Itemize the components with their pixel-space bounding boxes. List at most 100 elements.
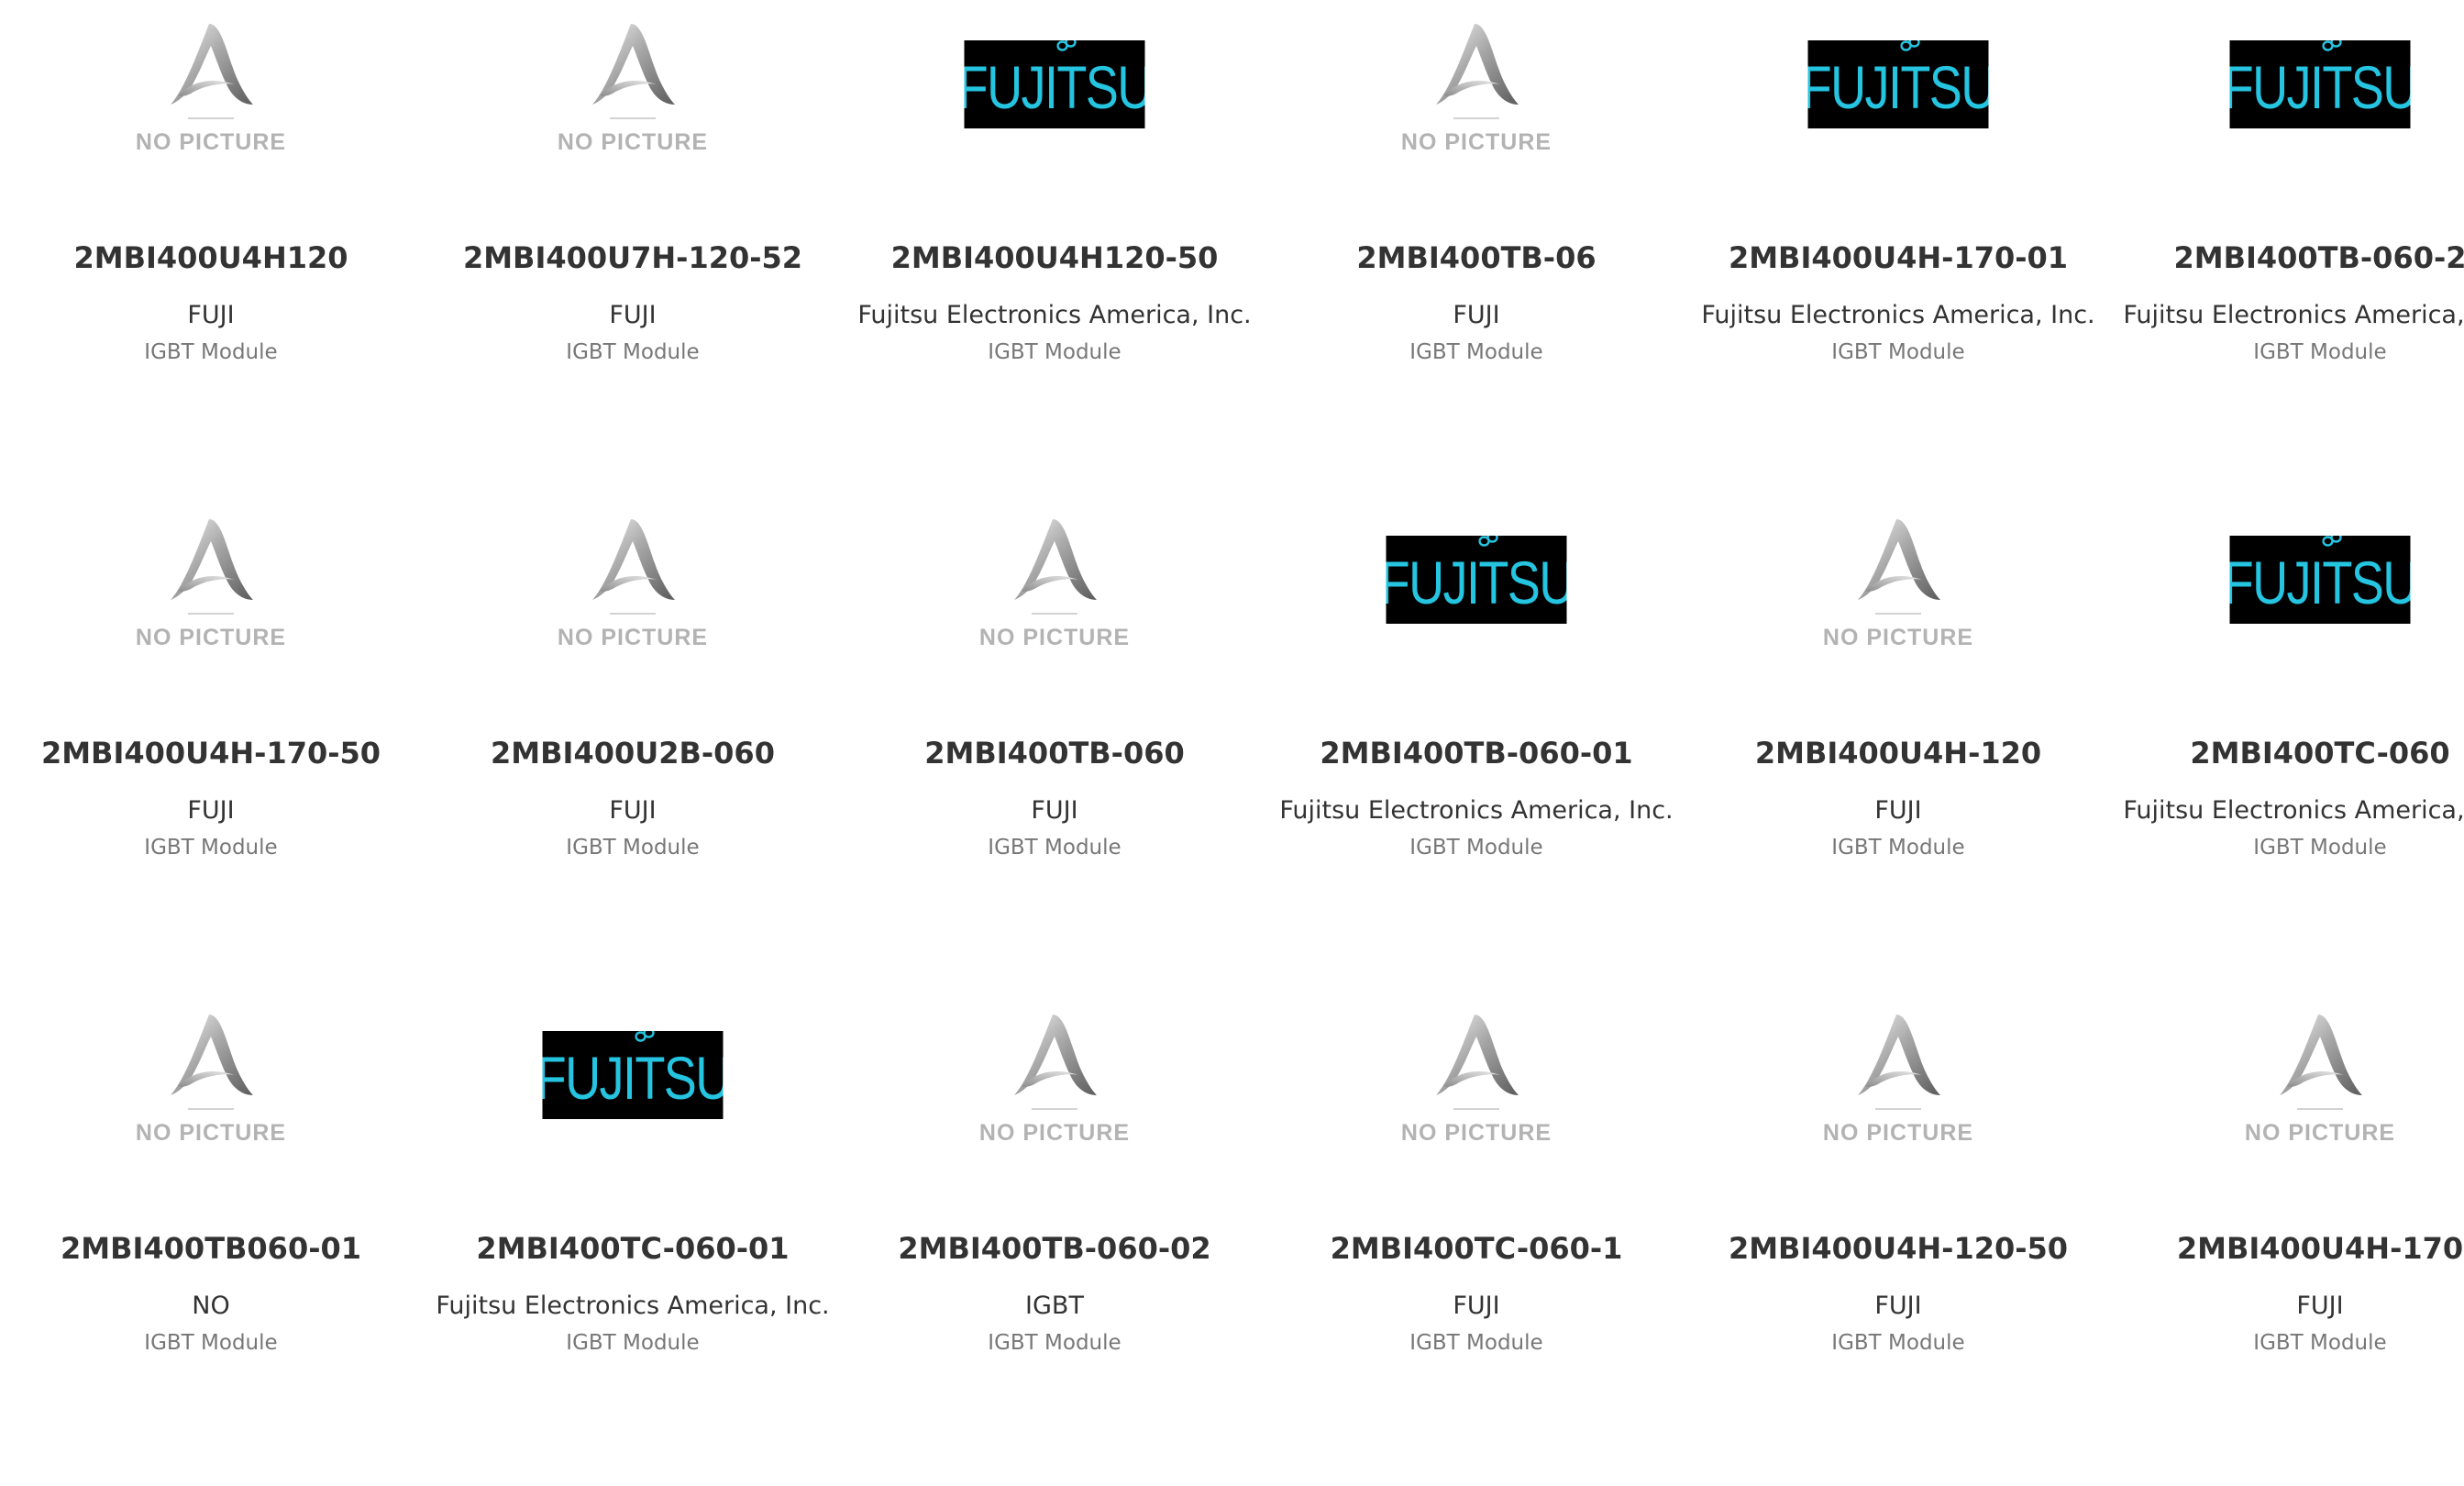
- product-image[interactable]: NO PICTURE: [101, 1004, 321, 1169]
- product-part-number[interactable]: 2MBI400U7H-120-52: [422, 240, 844, 275]
- product-card[interactable]: FUJITSU 2MBI400TC-060 Fujitsu Electronics…: [2109, 495, 2464, 991]
- infinity-loop-icon: [635, 1031, 655, 1042]
- divider: [188, 613, 234, 615]
- product-manufacturer: NO: [192, 1292, 230, 1320]
- no-picture-placeholder: NO PICTURE: [101, 1004, 321, 1169]
- product-manufacturer: FUJI: [609, 301, 657, 329]
- fujitsu-logo-text: FUJITSU: [964, 53, 1145, 121]
- product-card[interactable]: NO PICTURE 2MBI400U4H-120 FUJI IGBT Module: [1687, 495, 2109, 991]
- fujitsu-logo: FUJITSU: [2229, 536, 2411, 624]
- product-category: IGBT Module: [1831, 1331, 1965, 1355]
- fujitsu-logo-text: FUJITSU: [1386, 549, 1567, 616]
- product-card[interactable]: FUJITSU 2MBI400TC-060-01 Fujitsu Electron…: [422, 991, 844, 1486]
- product-card[interactable]: FUJITSU 2MBI400TB-060-2 Fujitsu Electroni…: [2109, 0, 2464, 495]
- product-manufacturer: IGBT: [1025, 1292, 1084, 1320]
- product-part-number[interactable]: 2MBI400TB-060-01: [1265, 736, 1687, 771]
- brand-a-logo-icon: [2280, 1015, 2362, 1095]
- brand-a-logo-icon: [1014, 1015, 1097, 1095]
- product-category: IGBT Module: [566, 836, 700, 859]
- product-image[interactable]: FUJITSU: [523, 1004, 743, 1169]
- product-card[interactable]: NO PICTURE 2MBI400U4H120 FUJI IGBT Module: [0, 0, 422, 495]
- brand-a-logo-icon: [1858, 519, 1940, 600]
- fujitsu-logo: FUJITSU: [2229, 40, 2411, 128]
- product-image[interactable]: NO PICTURE: [101, 508, 321, 673]
- product-part-number[interactable]: 2MBI400U4H-120: [1687, 736, 2109, 771]
- product-image[interactable]: NO PICTURE: [523, 13, 743, 178]
- product-part-number[interactable]: 2MBI400U4H120: [0, 240, 422, 275]
- fujitsu-logo-text: FUJITSU: [2229, 53, 2411, 121]
- product-part-number[interactable]: 2MBI400TC-060: [2109, 736, 2464, 771]
- divider: [1032, 1108, 1077, 1110]
- product-image[interactable]: FUJITSU: [2210, 508, 2430, 673]
- product-image[interactable]: FUJITSU: [1366, 508, 1586, 673]
- product-part-number[interactable]: 2MBI400U4H120-50: [844, 240, 1265, 275]
- brand-a-logo-icon: [171, 24, 253, 105]
- product-image[interactable]: NO PICTURE: [1788, 508, 2008, 673]
- no-picture-placeholder: NO PICTURE: [945, 1004, 1165, 1169]
- product-image[interactable]: NO PICTURE: [945, 508, 1165, 673]
- brand-a-logo-icon: [1014, 519, 1097, 600]
- no-picture-placeholder: NO PICTURE: [101, 13, 321, 178]
- no-picture-placeholder: NO PICTURE: [523, 508, 743, 673]
- no-picture-label: NO PICTURE: [1822, 625, 1974, 650]
- product-part-number[interactable]: 2MBI400TB060-01: [0, 1231, 422, 1266]
- product-manufacturer: FUJI: [187, 796, 235, 825]
- product-card[interactable]: FUJITSU 2MBI400U4H120-50 Fujitsu Electron…: [844, 0, 1265, 495]
- product-image[interactable]: FUJITSU: [2210, 13, 2430, 178]
- product-image[interactable]: NO PICTURE: [101, 13, 321, 178]
- product-manufacturer: FUJI: [1874, 1292, 1922, 1320]
- product-category: IGBT Module: [2253, 340, 2387, 364]
- infinity-loop-icon: [1478, 536, 1498, 547]
- no-picture-label: NO PICTURE: [1822, 1120, 1974, 1146]
- divider: [1453, 1108, 1499, 1110]
- no-picture-label: NO PICTURE: [135, 1120, 287, 1146]
- product-card[interactable]: NO PICTURE 2MBI400U7H-120-52 FUJI IGBT Mod…: [422, 0, 844, 495]
- product-card[interactable]: FUJITSU 2MBI400TB-060-01 Fujitsu Electron…: [1265, 495, 1687, 991]
- product-card[interactable]: NO PICTURE 2MBI400TC-060-1 FUJI IGBT Modul…: [1265, 991, 1687, 1486]
- product-part-number[interactable]: 2MBI400U4H-170-50: [0, 736, 422, 771]
- product-category: IGBT Module: [1831, 340, 1965, 364]
- fujitsu-logo: FUJITSU: [964, 40, 1145, 128]
- product-part-number[interactable]: 2MBI400TB-060: [844, 736, 1265, 771]
- product-manufacturer: FUJI: [2296, 1292, 2344, 1320]
- product-image[interactable]: NO PICTURE: [2210, 1004, 2430, 1169]
- product-card[interactable]: NO PICTURE 2MBI400U4H-120-50 FUJI IGBT Mod…: [1687, 991, 2109, 1486]
- product-image[interactable]: NO PICTURE: [523, 508, 743, 673]
- no-picture-label: NO PICTURE: [2244, 1120, 2396, 1146]
- product-card[interactable]: NO PICTURE 2MBI400U4H-170-50 FUJI IGBT Mod…: [0, 495, 422, 991]
- product-category: IGBT Module: [988, 1331, 1122, 1355]
- product-part-number[interactable]: 2MBI400TB-06: [1265, 240, 1687, 275]
- product-part-number[interactable]: 2MBI400TB-060-02: [844, 1231, 1265, 1266]
- product-manufacturer: Fujitsu Electronics America, Inc.: [436, 1292, 830, 1320]
- product-card[interactable]: NO PICTURE 2MBI400U4H-170 FUJI IGBT Module: [2109, 991, 2464, 1486]
- product-manufacturer: Fujitsu Electronics America, Inc.: [1279, 796, 1674, 825]
- product-part-number[interactable]: 2MBI400TB-060-2: [2109, 240, 2464, 275]
- product-card[interactable]: NO PICTURE 2MBI400TB-060-02 IGBT IGBT Modu…: [844, 991, 1265, 1486]
- fujitsu-logo: FUJITSU: [1807, 40, 1989, 128]
- product-part-number[interactable]: 2MBI400U2B-060: [422, 736, 844, 771]
- product-image[interactable]: NO PICTURE: [1788, 1004, 2008, 1169]
- product-category: IGBT Module: [988, 836, 1122, 859]
- product-image[interactable]: NO PICTURE: [945, 1004, 1165, 1169]
- product-image[interactable]: NO PICTURE: [1366, 13, 1586, 178]
- product-image[interactable]: NO PICTURE: [1366, 1004, 1586, 1169]
- product-category: IGBT Module: [1409, 836, 1543, 859]
- product-card[interactable]: FUJITSU 2MBI400U4H-170-01 Fujitsu Electro…: [1687, 0, 2109, 495]
- product-card[interactable]: NO PICTURE 2MBI400TB-06 FUJI IGBT Module: [1265, 0, 1687, 495]
- product-image[interactable]: FUJITSU: [945, 13, 1165, 178]
- product-part-number[interactable]: 2MBI400U4H-170: [2109, 1231, 2464, 1266]
- no-picture-placeholder: NO PICTURE: [945, 508, 1165, 673]
- product-part-number[interactable]: 2MBI400U4H-120-50: [1687, 1231, 2109, 1266]
- product-part-number[interactable]: 2MBI400TC-060-1: [1265, 1231, 1687, 1266]
- product-image[interactable]: FUJITSU: [1788, 13, 2008, 178]
- product-category: IGBT Module: [1409, 1331, 1543, 1355]
- product-card[interactable]: NO PICTURE 2MBI400TB-060 FUJI IGBT Module: [844, 495, 1265, 991]
- no-picture-placeholder: NO PICTURE: [2210, 1004, 2430, 1169]
- no-picture-label: NO PICTURE: [978, 1120, 1131, 1146]
- product-part-number[interactable]: 2MBI400U4H-170-01: [1687, 240, 2109, 275]
- product-card[interactable]: NO PICTURE 2MBI400TB060-01 NO IGBT Module: [0, 991, 422, 1486]
- product-part-number[interactable]: 2MBI400TC-060-01: [422, 1231, 844, 1266]
- no-picture-placeholder: NO PICTURE: [1788, 508, 2008, 673]
- product-card[interactable]: NO PICTURE 2MBI400U2B-060 FUJI IGBT Module: [422, 495, 844, 991]
- fujitsu-logo: FUJITSU: [1386, 536, 1567, 624]
